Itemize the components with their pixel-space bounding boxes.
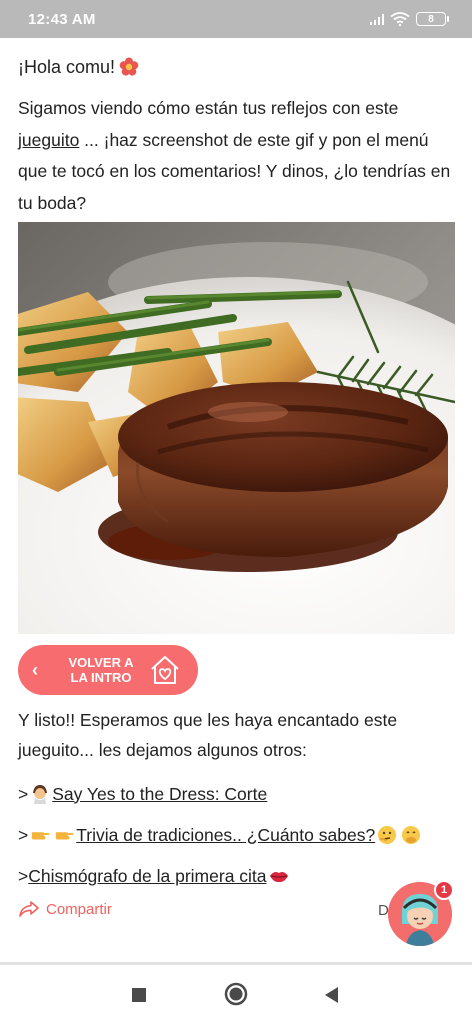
intro-text-end: ... ¡haz screenshot de este gif y pon el…: [18, 129, 451, 213]
status-time: 12:43 AM: [28, 11, 96, 28]
signal-icon: [370, 13, 384, 25]
related-links-list: > Say Yes to the Dress: Corte > Trivia d…: [18, 773, 458, 896]
steak-dish-image: [18, 222, 455, 634]
link-trivia-de-tradiciones[interactable]: Trivia de tradiciones.. ¿Cuánto sabes?: [76, 820, 423, 850]
greeting-line: ¡Hola comu!: [18, 50, 458, 84]
wifi-icon: [390, 12, 410, 26]
outro-paragraph: Y listo!! Esperamos que les haya encanta…: [18, 710, 398, 760]
recent-apps-icon[interactable]: [130, 983, 148, 1005]
list-item: > Chismógrafo de la primera cita: [18, 855, 458, 896]
greeting-text: ¡Hola comu!: [18, 57, 116, 77]
list-item: > Say Yes to the Dress: Corte: [18, 773, 458, 814]
home-icon[interactable]: [223, 981, 249, 1007]
link-prefix: >: [18, 783, 29, 804]
back-to-intro-label: VOLVER A LA INTRO: [68, 655, 134, 685]
link-label: Chismógrafo de la primera cita: [28, 865, 267, 886]
pointing-right-icon: [32, 831, 50, 840]
hand-over-mouth-icon: [402, 825, 421, 844]
link-label: Trivia de tradiciones.. ¿Cuánto sabes?: [76, 824, 376, 845]
share-icon: [19, 901, 39, 917]
flower-icon: [119, 57, 139, 76]
navigation-bar: [0, 965, 472, 1024]
share-button[interactable]: Compartir: [18, 900, 112, 918]
status-icons: 8: [370, 12, 449, 26]
intro-text-start: Sigamos viendo cómo están tus reflejos c…: [18, 98, 399, 118]
pointing-right-icon: [56, 831, 74, 840]
status-bar: 12:43 AM 8: [0, 0, 472, 38]
thinking-face-icon: [378, 825, 397, 844]
post-content: ¡Hola comu! Sigamos viendo cómo están tu…: [18, 50, 458, 219]
notification-badge: 1: [434, 880, 454, 900]
back-icon[interactable]: [322, 983, 340, 1005]
chevron-left-icon: ‹: [32, 659, 38, 680]
bride-icon: [33, 784, 48, 804]
share-label: Compartir: [46, 900, 112, 918]
link-label: Say Yes to the Dress: Corte: [52, 783, 268, 804]
battery-level: 8: [428, 13, 434, 25]
link-chismografo-primera-cita[interactable]: Chismógrafo de la primera cita: [28, 861, 290, 891]
list-item: > Trivia de tradiciones.. ¿Cuánto sabes?: [18, 814, 458, 855]
battery-icon: 8: [416, 12, 449, 26]
lips-icon: [269, 871, 288, 882]
link-say-yes-to-the-dress[interactable]: Say Yes to the Dress: Corte: [28, 779, 267, 809]
link-prefix: >: [18, 824, 29, 845]
link-prefix: >: [18, 865, 29, 886]
house-heart-icon: [151, 656, 179, 684]
back-to-intro-button[interactable]: ‹ VOLVER A LA INTRO: [18, 645, 198, 695]
jueguito-link[interactable]: jueguito: [18, 130, 79, 150]
community-avatar-button[interactable]: 1: [388, 880, 454, 946]
intro-paragraph: Sigamos viendo cómo están tus reflejos c…: [18, 93, 458, 219]
